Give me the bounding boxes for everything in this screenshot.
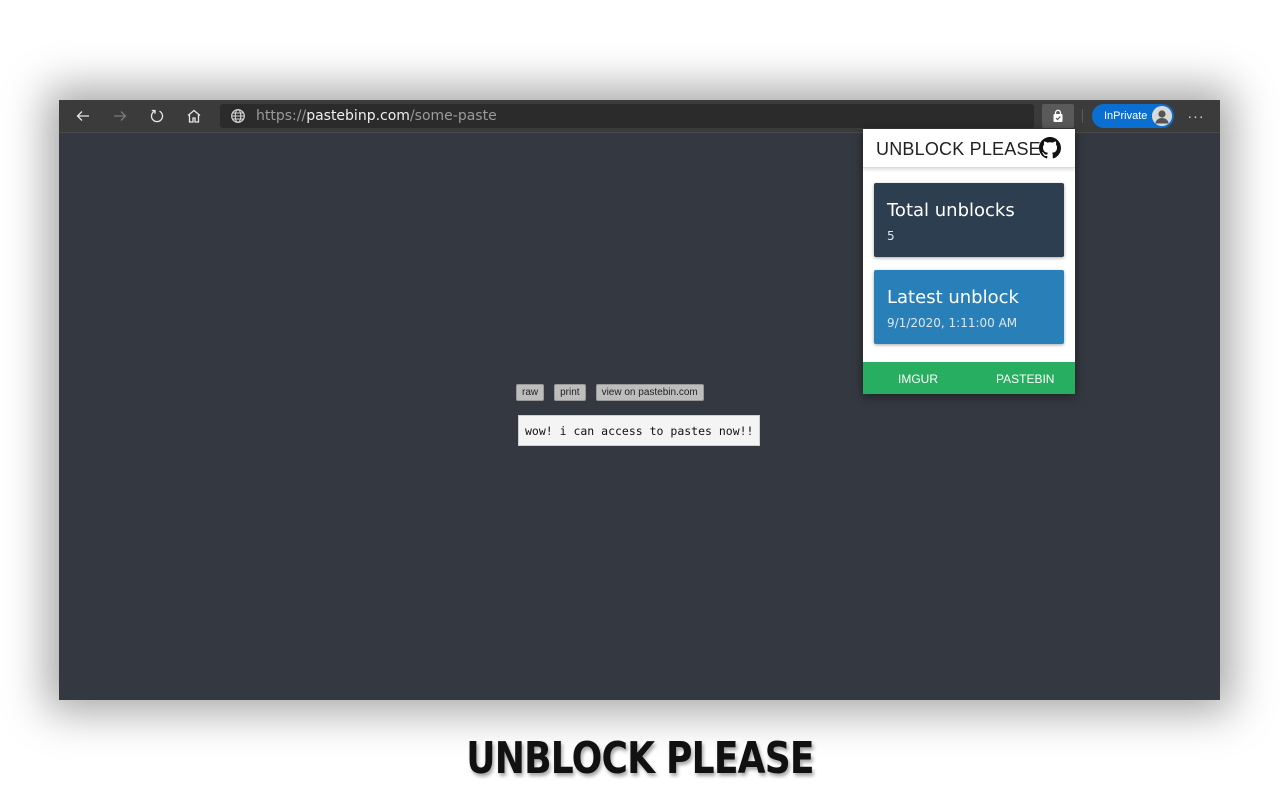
forward-button[interactable] (106, 104, 134, 128)
latest-unblock-value: 9/1/2020, 1:11:00 AM (887, 316, 1018, 330)
imgur-link[interactable]: IMGUR (898, 372, 938, 386)
back-icon (76, 111, 89, 121)
latest-unblock-title: Latest unblock (887, 287, 1019, 308)
avatar (1152, 106, 1172, 126)
home-button[interactable] (180, 104, 208, 128)
extension-lock-icon (1053, 109, 1063, 122)
extension-button[interactable] (1042, 104, 1074, 128)
more-icon: ··· (1187, 108, 1205, 124)
total-unblocks-card: Total unblocks 5 (874, 183, 1064, 257)
pastebin-link[interactable]: PASTEBIN (996, 372, 1054, 386)
more-button[interactable]: ··· (1183, 104, 1209, 128)
total-unblocks-title: Total unblocks (887, 200, 1015, 221)
raw-button[interactable]: raw (516, 384, 545, 401)
browser-window: https://pastebinp.com/some-paste InPriva… (59, 100, 1220, 700)
url-host: pastebinp.com (306, 108, 410, 124)
view-on-pastebin-button[interactable]: view on pastebin.com (595, 384, 704, 401)
inprivate-label: InPrivate (1104, 110, 1148, 122)
address-bar[interactable]: https://pastebinp.com/some-paste (220, 104, 1034, 128)
home-icon (187, 109, 201, 123)
toolbar-divider (1082, 109, 1083, 123)
url-path: /some-paste (409, 108, 497, 124)
back-button[interactable] (69, 104, 97, 128)
inprivate-button[interactable]: InPrivate (1092, 104, 1174, 128)
latest-unblock-card: Latest unblock 9/1/2020, 1:11:00 AM (874, 270, 1064, 344)
globe-icon (230, 108, 246, 124)
popup-footer: IMGUR PASTEBIN (863, 362, 1075, 394)
promo-caption: UNBLOCK PLEASE (466, 733, 814, 784)
forward-icon (114, 111, 127, 121)
url-scheme: https:// (256, 108, 307, 124)
paste-content: wow! i can access to pastes now!! (518, 415, 760, 446)
paste-actions: raw print view on pastebin.com (516, 384, 704, 401)
print-button[interactable]: print (554, 384, 586, 401)
total-unblocks-value: 5 (887, 229, 895, 243)
refresh-button[interactable] (143, 104, 171, 128)
refresh-icon (150, 109, 164, 123)
popup-header: UNBLOCK PLEASE (863, 129, 1075, 168)
popup-title: UNBLOCK PLEASE (876, 139, 1041, 159)
paste-text: wow! i can access to pastes now!! (525, 423, 754, 438)
github-icon[interactable] (1039, 137, 1061, 159)
extension-popup: UNBLOCK PLEASE Total unblocks 5 Latest u… (863, 129, 1075, 394)
url-text: https://pastebinp.com/some-paste (256, 108, 497, 124)
